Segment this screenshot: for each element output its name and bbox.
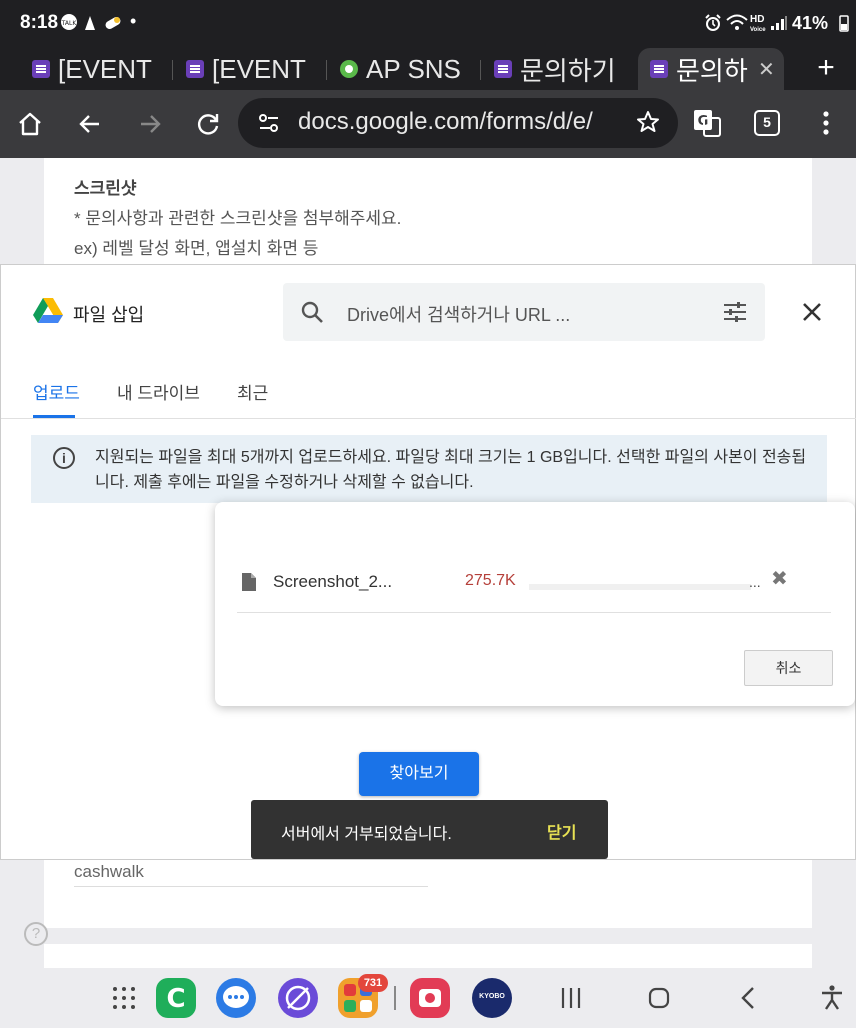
new-tab-icon[interactable]: +	[808, 50, 844, 86]
answer-underline	[74, 886, 428, 887]
info-icon: i	[53, 447, 75, 469]
tab-label: AP SNS	[366, 53, 461, 84]
tab-label: [EVENT	[58, 53, 152, 84]
omnibox[interactable]: docs.google.com/forms/d/e/	[238, 98, 678, 148]
tab-inquiry-active[interactable]: 문의하 ✕	[638, 48, 784, 90]
alarm-icon	[704, 14, 722, 36]
hd-voice-indicator: HD Voice	[750, 15, 766, 35]
close-picker-icon[interactable]	[801, 301, 823, 328]
tab-recent[interactable]: 최근	[237, 379, 268, 404]
upload-progress-dialog: Screenshot_2... 275.7K ... ✖ 취소	[215, 502, 855, 706]
svg-text:C: C	[166, 984, 185, 1014]
signal-icon	[770, 15, 788, 35]
upload-info-banner: i 지원되는 파일을 최대 5개까지 업로드하세요. 파일당 최대 크기는 1 …	[31, 435, 827, 503]
tab-label: 문의하기	[520, 55, 616, 86]
tab-strip: [EVENT [EVENT AP SNS 문의하기 문의하 ✕ +	[0, 48, 856, 90]
browse-button[interactable]: 찾아보기	[359, 752, 479, 796]
clock: 8:18	[20, 12, 59, 33]
more-notifications-dot: •	[130, 11, 137, 31]
internet-app-icon[interactable]	[278, 978, 318, 1018]
tab-inquiry[interactable]: 문의하기	[494, 48, 620, 90]
upload-progress-bar	[529, 584, 751, 590]
pill-notification-icon	[104, 15, 122, 35]
snackbar-message: 서버에서 거부되었습니다.	[281, 826, 452, 843]
back-icon[interactable]	[74, 108, 106, 140]
site-settings-icon[interactable]	[258, 112, 280, 139]
picker-title: 파일 삽입	[73, 305, 145, 325]
hd-label: HD	[750, 14, 765, 25]
voice-label: Voice	[750, 27, 766, 33]
tab-event-1[interactable]: [EVENT	[32, 48, 158, 90]
tab-divider	[1, 418, 856, 419]
forms-favicon-icon	[650, 60, 668, 78]
form-answer-card: cashwalk	[44, 858, 812, 928]
forward-icon[interactable]	[134, 108, 166, 140]
phone-app-icon[interactable]: C	[156, 978, 196, 1018]
apps-grid-icon[interactable]	[112, 986, 136, 1015]
file-name: Screenshot_2...	[273, 572, 393, 591]
tab-upload[interactable]: 업로드	[33, 379, 80, 404]
file-icon	[241, 572, 257, 597]
error-snackbar: 서버에서 거부되었습니다. 닫기	[251, 800, 608, 859]
question-description: * 문의사항과 관련한 스크린샷을 첨부해주세요.	[74, 209, 402, 228]
home-icon[interactable]	[14, 108, 46, 140]
notification-badge: 731	[358, 974, 388, 992]
menu-icon[interactable]	[812, 106, 840, 140]
question-example: ex) 레벨 달성 화면, 앱설치 화면 등	[74, 239, 319, 258]
google-drive-logo-icon	[33, 297, 63, 329]
bookmark-star-icon[interactable]	[636, 110, 660, 139]
search-input[interactable]: Drive에서 검색하거나 URL ...	[347, 301, 570, 327]
android-nav-bar: C 731 KYOBO	[0, 968, 856, 1028]
help-icon[interactable]: ?	[24, 922, 48, 946]
snackbar-close-button[interactable]: 닫기	[547, 819, 576, 843]
translate-icon[interactable]: G	[690, 106, 724, 140]
tab-switcher-button[interactable]: 5	[754, 110, 780, 136]
camera-app-icon[interactable]	[410, 978, 450, 1018]
recent-apps-icon[interactable]	[560, 986, 582, 1015]
tab-label: 문의하	[676, 55, 748, 86]
cancel-button[interactable]: 취소	[744, 650, 833, 686]
talk-notification-icon: TALK	[60, 13, 78, 35]
progress-ellipsis: ...	[749, 574, 761, 590]
tab-my-drive[interactable]: 내 드라이브	[117, 379, 200, 404]
messages-app-icon[interactable]	[216, 978, 256, 1018]
search-icon[interactable]	[301, 301, 323, 328]
back-nav-icon[interactable]	[738, 986, 760, 1015]
svg-text:TALK: TALK	[61, 20, 78, 27]
home-nav-icon[interactable]	[648, 986, 670, 1015]
accessibility-icon[interactable]	[820, 984, 844, 1015]
tab-label: [EVENT	[212, 53, 306, 84]
chat-favicon-icon	[340, 60, 358, 78]
url-text[interactable]: docs.google.com/forms/d/e/	[298, 108, 608, 136]
tab-event-2[interactable]: [EVENT	[186, 48, 312, 90]
tab-ap-sns[interactable]: AP SNS	[340, 48, 466, 90]
wifi-icon	[726, 14, 748, 36]
file-size: 275.7K	[465, 572, 516, 589]
info-text: 지원되는 파일을 최대 5개까지 업로드하세요. 파일당 최대 크기는 1 GB…	[95, 449, 807, 491]
kyobo-label: KYOBO	[479, 993, 505, 1000]
drive-search-box[interactable]: Drive에서 검색하거나 URL ...	[283, 283, 765, 341]
search-options-icon[interactable]	[723, 301, 747, 328]
battery-icon	[838, 14, 850, 36]
app-notification-icon	[82, 14, 98, 36]
form-question-card: 스크린샷 * 문의사항과 관련한 스크린샷을 첨부해주세요. ex) 레벨 달성…	[44, 158, 812, 268]
forms-favicon-icon	[494, 60, 512, 78]
close-tab-icon[interactable]: ✕	[758, 57, 775, 82]
upload-divider	[237, 612, 831, 613]
question-title: 스크린샷	[74, 179, 137, 198]
remove-file-icon[interactable]: ✖	[771, 566, 788, 591]
answer-value[interactable]: cashwalk	[74, 862, 144, 882]
kyobo-app-icon[interactable]: KYOBO	[472, 978, 512, 1018]
forms-favicon-icon	[186, 60, 204, 78]
taskbar-divider	[394, 986, 396, 1010]
battery-level: 41%	[792, 13, 829, 33]
reload-icon[interactable]	[192, 108, 224, 140]
status-bar: 8:18 TALK • HD Voice 41%	[0, 0, 856, 48]
forms-favicon-icon	[32, 60, 50, 78]
form-next-card	[44, 944, 812, 968]
